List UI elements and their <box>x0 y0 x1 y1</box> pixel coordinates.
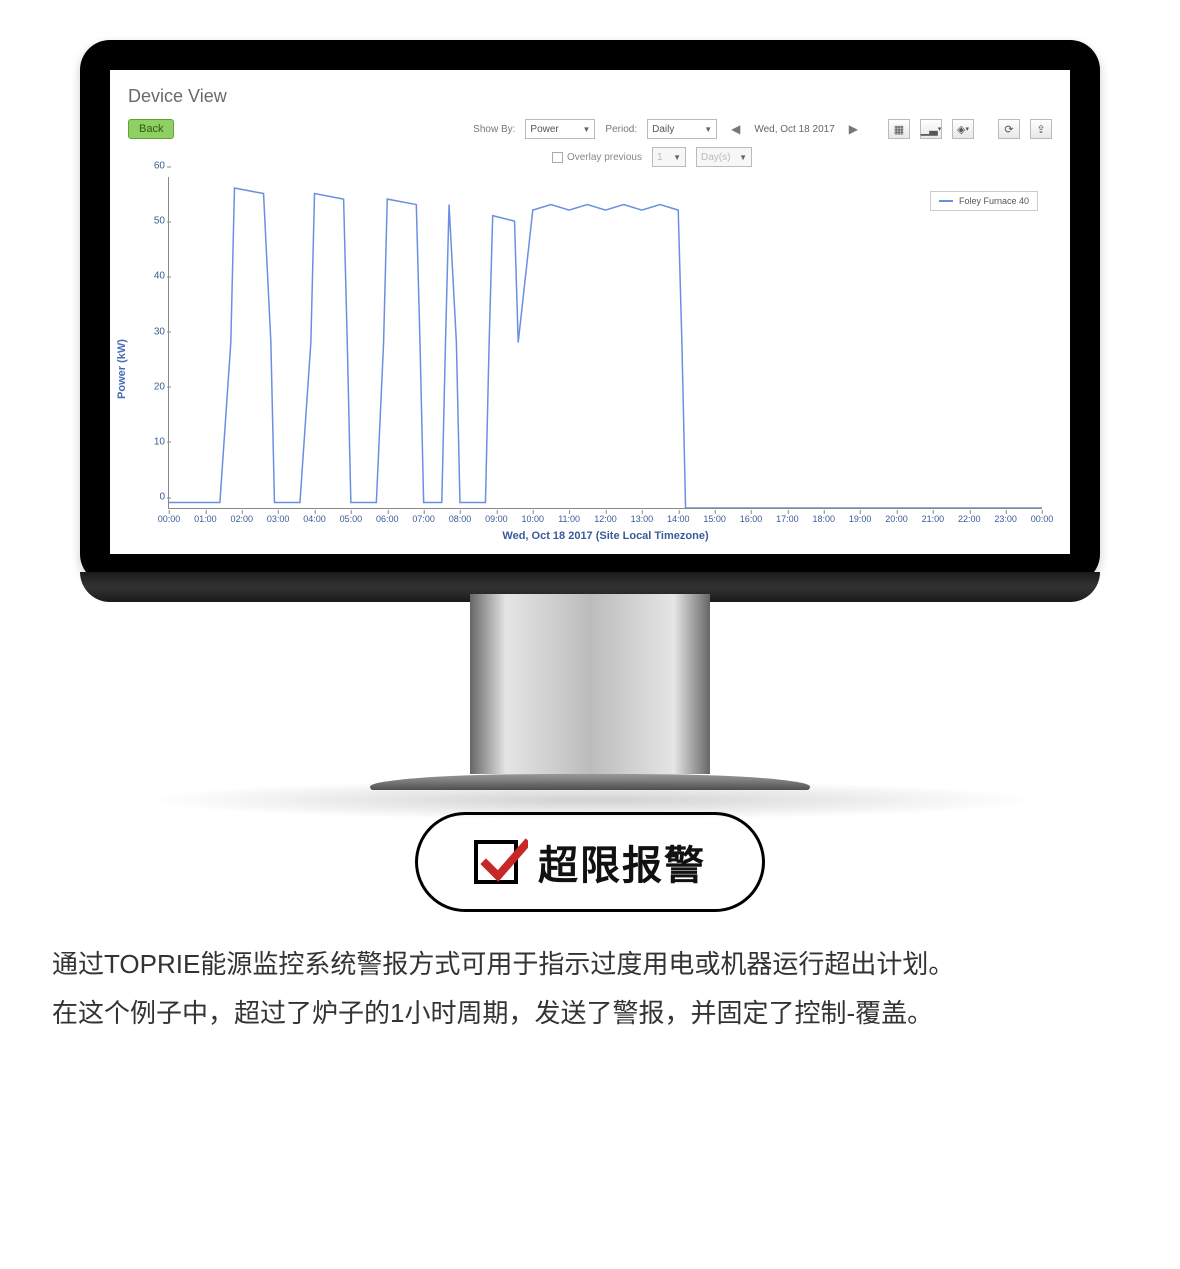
period-label: Period: <box>605 124 637 135</box>
legend-label: Foley Furnace 40 <box>959 196 1029 206</box>
x-tick: 21:00 <box>922 514 945 524</box>
show-by-value: Power <box>530 124 558 135</box>
chevron-down-icon: ▼ <box>673 153 681 162</box>
x-tick: 05:00 <box>340 514 363 524</box>
refresh-button[interactable]: ⟳ <box>998 119 1020 139</box>
x-tick: 18:00 <box>812 514 835 524</box>
x-tick: 19:00 <box>849 514 872 524</box>
plot-area: Foley Furnace 40 Wed, Oct 18 2017 (Site … <box>168 177 1042 509</box>
checkbox-icon <box>552 152 563 163</box>
toolbar-row-2: Overlay previous 1 ▼ Day(s) ▼ <box>128 143 1052 171</box>
x-tick: 15:00 <box>703 514 726 524</box>
monitor: Device View Back Show By: Power ▼ Period… <box>80 40 1100 820</box>
date-label: Wed, Oct 18 2017 <box>754 124 834 135</box>
description-line-1: 通过TOPRIE能源监控系统警报方式可用于指示过度用电或机器运行超出计划。 <box>52 940 1128 989</box>
description: 通过TOPRIE能源监控系统警报方式可用于指示过度用电或机器运行超出计划。 在这… <box>52 940 1128 1039</box>
x-tick: 01:00 <box>194 514 217 524</box>
next-date-button[interactable]: ▶ <box>845 122 862 136</box>
x-tick: 04:00 <box>303 514 326 524</box>
prev-date-button[interactable]: ◀ <box>727 122 744 136</box>
x-tick: 14:00 <box>667 514 690 524</box>
feature-badge: 超限报警 <box>415 812 765 912</box>
chart-svg <box>169 177 1042 508</box>
y-tick: 60 <box>139 161 165 172</box>
feature-title: 超限报警 <box>538 833 706 891</box>
overlay-count: 1 <box>657 152 663 163</box>
chart-legend: Foley Furnace 40 <box>930 191 1038 211</box>
chevron-down-icon: ▼ <box>739 153 747 162</box>
overlay-label: Overlay previous <box>567 152 642 163</box>
series-line <box>169 188 1042 508</box>
overlay-unit: Day(s) <box>701 152 730 163</box>
overlay-count-select[interactable]: 1 ▼ <box>652 147 686 167</box>
toolbar-row-1: Back Show By: Power ▼ Period: Daily ▼ ◀ … <box>128 115 1052 143</box>
x-tick: 03:00 <box>267 514 290 524</box>
x-tick: 11:00 <box>558 514 580 524</box>
y-tick: 0 <box>139 492 165 503</box>
checkbox-checked-icon <box>474 840 518 884</box>
chart: Power (kW) Foley Furnace 40 Wed, Oct 18 … <box>128 177 1052 549</box>
x-tick: 07:00 <box>412 514 435 524</box>
page-title: Device View <box>128 86 1052 107</box>
screen: Device View Back Show By: Power ▼ Period… <box>110 70 1070 554</box>
y-tick: 10 <box>139 436 165 447</box>
x-tick: 09:00 <box>485 514 508 524</box>
x-tick: 08:00 <box>449 514 472 524</box>
x-tick: 00:00 <box>1031 514 1054 524</box>
y-tick: 20 <box>139 381 165 392</box>
x-tick: 16:00 <box>740 514 763 524</box>
y-tick: 30 <box>139 326 165 337</box>
chart-type-button[interactable]: ▁▃▾ <box>920 119 942 139</box>
show-by-label: Show By: <box>473 124 515 135</box>
x-tick: 06:00 <box>376 514 399 524</box>
description-line-2: 在这个例子中，超过了炉子的1小时周期，发送了警报，并固定了控制-覆盖。 <box>52 989 1128 1038</box>
period-select[interactable]: Daily ▼ <box>647 119 717 139</box>
x-tick: 13:00 <box>631 514 654 524</box>
x-tick: 00:00 <box>158 514 181 524</box>
grid-icon-button[interactable]: ▦ <box>888 119 910 139</box>
y-tick: 40 <box>139 271 165 282</box>
legend-swatch <box>939 200 953 202</box>
export-button[interactable]: ⇪ <box>1030 119 1052 139</box>
x-tick: 10:00 <box>521 514 544 524</box>
show-by-select[interactable]: Power ▼ <box>525 119 595 139</box>
overlay-checkbox[interactable]: Overlay previous <box>552 152 642 163</box>
layers-button[interactable]: ◈▾ <box>952 119 974 139</box>
x-tick: 23:00 <box>994 514 1017 524</box>
x-tick: 22:00 <box>958 514 981 524</box>
y-axis-label: Power (kW) <box>116 339 128 399</box>
monitor-frame: Device View Back Show By: Power ▼ Period… <box>80 40 1100 584</box>
back-button[interactable]: Back <box>128 119 174 139</box>
dashboard: Device View Back Show By: Power ▼ Period… <box>110 70 1070 554</box>
x-tick: 17:00 <box>776 514 799 524</box>
period-value: Daily <box>652 124 674 135</box>
chevron-down-icon: ▼ <box>583 125 591 134</box>
y-tick: 50 <box>139 216 165 227</box>
chevron-down-icon: ▼ <box>704 125 712 134</box>
overlay-unit-select[interactable]: Day(s) ▼ <box>696 147 752 167</box>
x-axis-caption: Wed, Oct 18 2017 (Site Local Timezone) <box>169 530 1042 542</box>
x-tick: 02:00 <box>230 514 253 524</box>
monitor-neck <box>470 594 710 774</box>
x-tick: 12:00 <box>594 514 617 524</box>
x-tick: 20:00 <box>885 514 908 524</box>
